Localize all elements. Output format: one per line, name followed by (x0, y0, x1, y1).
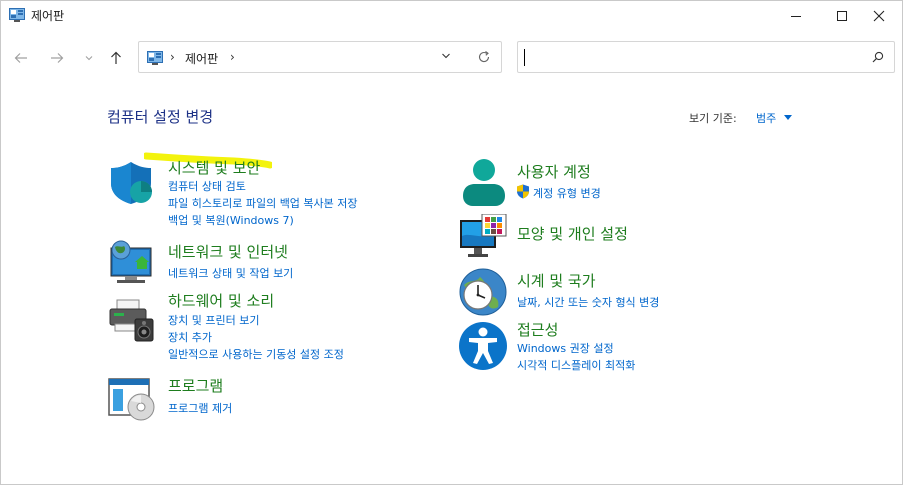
page-title: 컴퓨터 설정 변경 (107, 108, 214, 126)
link-change-date-time-format[interactable]: 날짜, 시간 또는 숫자 형식 변경 (517, 294, 659, 310)
control-panel-icon (9, 8, 25, 22)
window-title: 제어판 (31, 9, 65, 23)
category-appearance-personalization[interactable]: 모양 및 개인 설정 (517, 223, 628, 244)
search-input[interactable] (524, 48, 858, 68)
accessibility-icon[interactable] (458, 321, 508, 371)
link-file-history-backup[interactable]: 파일 히스토리로 파일의 백업 복사본 저장 (168, 195, 358, 211)
search-icon[interactable] (872, 51, 884, 63)
link-network-status-tasks[interactable]: 네트워크 상태 및 작업 보기 (168, 265, 293, 281)
category-clock-region[interactable]: 시계 및 국가 (517, 270, 596, 291)
back-button[interactable] (10, 45, 32, 71)
minimize-button[interactable] (773, 1, 819, 31)
text-caret (524, 49, 525, 66)
link-uninstall-program[interactable]: 프로그램 제거 (168, 400, 232, 416)
chevron-down-icon (85, 56, 93, 61)
appearance-monitor-icon[interactable] (458, 214, 508, 264)
category-ease-of-access[interactable]: 접근성 (517, 319, 558, 340)
user-account-icon[interactable] (459, 158, 509, 208)
search-box[interactable] (517, 41, 895, 73)
uac-shield-icon (517, 184, 529, 199)
category-network-internet[interactable]: 네트워크 및 인터넷 (168, 241, 288, 262)
link-view-devices-printers[interactable]: 장치 및 프린터 보기 (168, 312, 259, 328)
clock-globe-icon[interactable] (458, 267, 508, 317)
minimize-icon (791, 16, 801, 17)
category-system-security[interactable]: 시스템 및 보안 (168, 157, 260, 178)
programs-disc-icon[interactable] (107, 377, 157, 427)
view-by-dropdown[interactable]: 범주 (756, 110, 776, 126)
up-button[interactable] (105, 45, 127, 71)
category-hardware-sound[interactable]: 하드웨어 및 소리 (168, 290, 274, 311)
link-change-account-type[interactable]: 계정 유형 변경 (533, 185, 601, 201)
link-mobility-settings[interactable]: 일반적으로 사용하는 기동성 설정 조정 (168, 346, 344, 362)
breadcrumb-separator[interactable]: › (230, 50, 235, 64)
shield-icon[interactable] (109, 159, 159, 209)
link-backup-restore[interactable]: 백업 및 복원(Windows 7) (168, 212, 294, 228)
close-button[interactable] (856, 1, 902, 31)
arrow-left-icon (14, 53, 27, 63)
printer-speaker-icon[interactable] (107, 297, 157, 347)
breadcrumb-control-panel[interactable]: 제어판 (185, 50, 218, 67)
category-programs[interactable]: 프로그램 (168, 375, 223, 396)
close-icon (873, 10, 885, 22)
control-panel-window: 제어판 › 제어판 › 컴퓨터 설정 변경 보기 기준: 범주 시스템 및 보안… (0, 0, 903, 485)
chevron-down-icon[interactable] (441, 52, 451, 60)
recent-locations-button[interactable] (78, 45, 100, 71)
breadcrumb-separator[interactable]: › (170, 50, 175, 64)
network-globe-icon[interactable] (107, 238, 157, 288)
link-add-device[interactable]: 장치 추가 (168, 329, 212, 345)
link-review-computer-status[interactable]: 컴퓨터 상태 검토 (168, 178, 246, 194)
forward-button[interactable] (46, 45, 68, 71)
address-bar[interactable]: › 제어판 › (138, 41, 502, 73)
arrow-right-icon (51, 53, 64, 63)
link-optimize-visual-display[interactable]: 시각적 디스플레이 최적화 (517, 357, 635, 373)
view-by-label: 보기 기준: (689, 112, 737, 125)
control-panel-icon (147, 51, 163, 65)
category-user-accounts[interactable]: 사용자 계정 (517, 161, 591, 182)
refresh-icon[interactable] (477, 50, 491, 64)
arrow-up-icon (111, 51, 121, 64)
maximize-icon (837, 11, 847, 21)
dropdown-arrow-icon[interactable] (784, 115, 792, 120)
title-bar: 제어판 (1, 1, 902, 31)
link-recommended-settings[interactable]: Windows 권장 설정 (517, 340, 614, 356)
